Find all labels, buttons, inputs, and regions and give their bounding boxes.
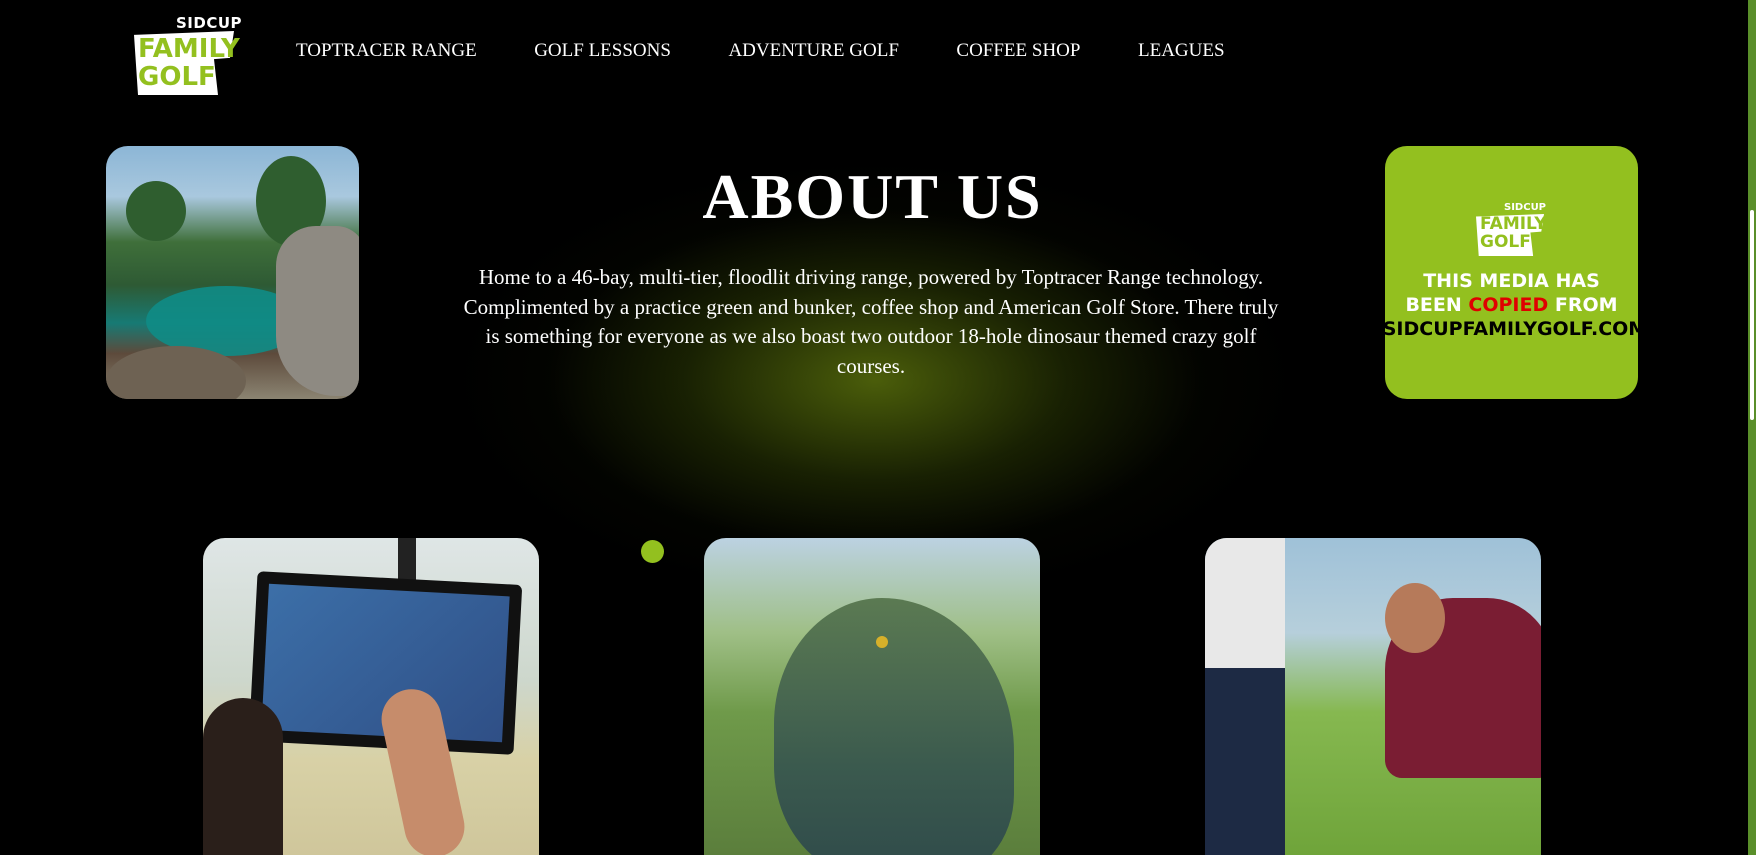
logo-line-1: FAMILY (138, 34, 240, 64)
golf-lessons-tile[interactable] (1205, 538, 1541, 855)
decorative-dot (641, 540, 664, 563)
dinosaur-shape (774, 598, 1014, 855)
dinosaur-eye (876, 636, 888, 648)
nav-coffee-shop[interactable]: COFFEE SHOP (956, 40, 1080, 62)
card-logo-line-2: GOLF (1480, 232, 1531, 252)
nav-golf-lessons[interactable]: GOLF LESSONS (534, 40, 671, 62)
student-legs (1205, 668, 1285, 855)
person-shape (203, 698, 283, 855)
logo-top-text: SIDCUP (176, 14, 243, 32)
rock-shape (276, 226, 359, 396)
card-logo-line-1: FAMILY (1480, 214, 1547, 234)
toptracer-tile[interactable] (203, 538, 539, 855)
watermark-copied: COPIED (1468, 294, 1549, 316)
watermark-from: FROM (1548, 294, 1618, 316)
card-logo-top: SIDCUP (1504, 202, 1547, 213)
card-logo: SIDCUP FAMILY GOLF (1476, 202, 1550, 256)
adventure-golf-tile[interactable] (704, 538, 1040, 855)
watermark-line-1: THIS MEDIA HAS (1423, 270, 1600, 292)
watermark-domain: SIDCUPFAMILYGOLF.COM (1385, 318, 1638, 340)
nav-adventure-golf[interactable]: ADVENTURE GOLF (728, 40, 898, 62)
watermark-text: THIS MEDIA HAS BEEN COPIED FROM SIDCUPFA… (1385, 269, 1638, 341)
screen-mount (398, 538, 416, 580)
nav-toptracer-range[interactable]: TOPTRACER RANGE (296, 40, 477, 62)
copied-media-card: SIDCUP FAMILY GOLF THIS MEDIA HAS BEEN C… (1385, 146, 1638, 399)
nav-leagues[interactable]: LEAGUES (1138, 40, 1225, 62)
page-scrollbar[interactable] (1748, 0, 1756, 855)
watermark-been: BEEN (1405, 294, 1469, 316)
site-logo[interactable]: SIDCUP FAMILY GOLF (132, 14, 243, 96)
logo-line-2: GOLF (138, 62, 216, 92)
main-nav: TOPTRACER RANGE GOLF LESSONS ADVENTURE G… (296, 40, 1282, 62)
scrollbar-thumb[interactable] (1750, 210, 1754, 420)
about-description: Home to a 46-bay, multi-tier, floodlit d… (463, 265, 1279, 378)
watermark-line-2: BEEN COPIED FROM (1385, 293, 1638, 317)
coach-head (1385, 583, 1445, 653)
student-shape (1205, 538, 1285, 855)
